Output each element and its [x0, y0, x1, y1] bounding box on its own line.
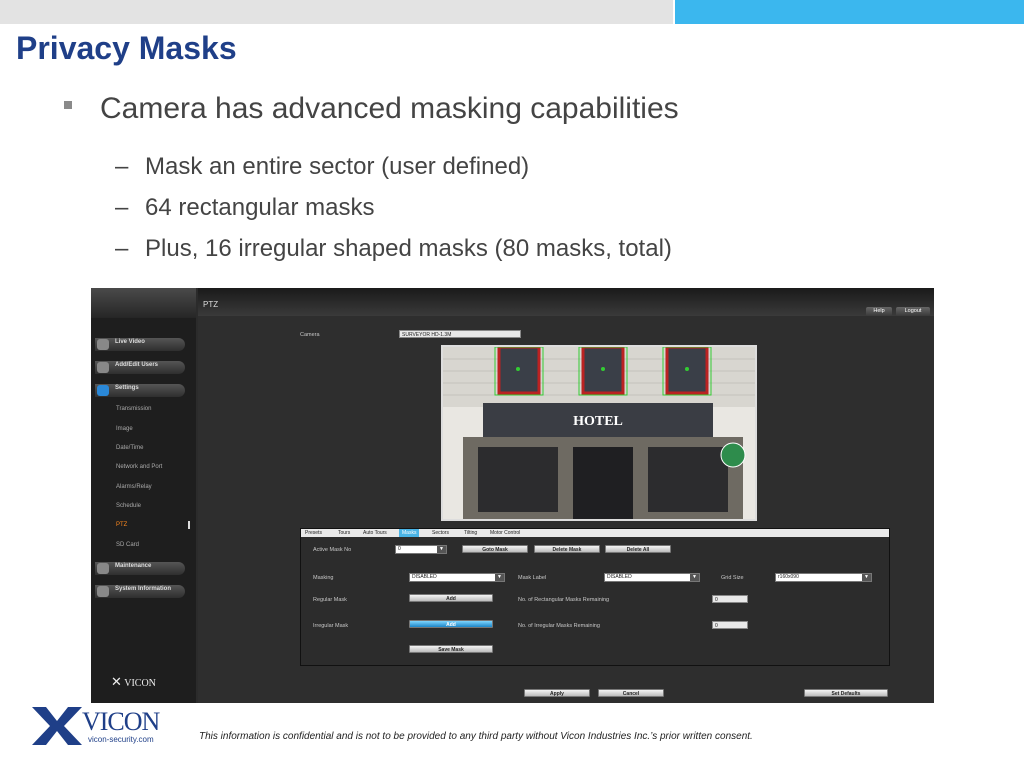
tab-auto-tours[interactable]: Auto Tours	[363, 529, 387, 537]
delete-mask-button[interactable]: Delete Mask	[534, 545, 600, 553]
tab-motor-control[interactable]: Motor Control	[490, 529, 520, 537]
chevron-down-icon: ▼	[690, 574, 699, 581]
nav-transmission[interactable]: Transmission	[116, 406, 151, 412]
chevron-down-icon: ▼	[862, 574, 871, 581]
nav-maintenance[interactable]: Maintenance	[95, 562, 185, 575]
wrench-icon	[97, 563, 109, 574]
ptz-settings-panel: Presets Tours Auto Tours Masks Sectors T…	[300, 528, 890, 666]
grid-size-label: Grid Size	[721, 575, 744, 581]
bullet-marker-icon	[64, 101, 72, 109]
nav-label: Maintenance	[115, 563, 152, 569]
rect-remaining-label: No. of Rectangular Masks Remaining	[518, 597, 610, 603]
confidentiality-footer: This information is confidential and is …	[199, 731, 753, 742]
nav-label: Live Video	[115, 339, 145, 345]
nav-schedule[interactable]: Schedule	[116, 503, 141, 509]
vicon-star-icon	[32, 707, 82, 745]
logo-url: vicon-security.com	[88, 735, 154, 744]
sub-bullet-1: – Mask an entire sector (user defined)	[115, 153, 530, 180]
left-nav-header	[91, 288, 196, 318]
nav-alarms-relay[interactable]: Alarms/Relay	[116, 484, 152, 490]
active-mask-select[interactable]: 0 ▼	[395, 545, 447, 554]
rect-remaining-field: 0	[712, 595, 748, 603]
nav-sd-card[interactable]: SD Card	[116, 542, 139, 548]
vicon-logo: VICON vicon-security.com	[32, 703, 162, 749]
regular-mask-label: Regular Mask	[313, 597, 347, 603]
camera-preview-image: HOTEL	[443, 347, 755, 519]
logout-button[interactable]: Logout	[896, 307, 930, 316]
nav-system-information[interactable]: System Information	[95, 585, 185, 598]
tab-sectors[interactable]: Sectors	[432, 529, 449, 537]
irreg-remaining-label: No. of Irregular Masks Remaining	[518, 623, 600, 629]
add-irregular-mask-button[interactable]: Add	[409, 620, 493, 628]
users-icon	[97, 362, 109, 373]
slide-title: Privacy Masks	[16, 30, 237, 66]
select-value: r160x090	[778, 574, 799, 580]
camera-name-field: SURVEYOR HD-1.3M	[399, 330, 521, 338]
main-bullet: Camera has advanced masking capabilities	[100, 92, 679, 125]
main-area: PTZ Help Logout Camera SURVEYOR HD-1.3M	[198, 288, 934, 703]
nav-image[interactable]: Image	[116, 426, 133, 432]
brand-logo: ✕ VICON	[111, 674, 171, 692]
delete-all-button[interactable]: Delete All	[605, 545, 671, 553]
grid-size-select[interactable]: r160x090 ▼	[775, 573, 872, 582]
video-icon	[97, 339, 109, 350]
tab-tours[interactable]: Tours	[338, 529, 350, 537]
ptz-tab-bar: Presets Tours Auto Tours Masks Sectors T…	[301, 529, 889, 537]
page-title: PTZ	[203, 300, 219, 309]
irreg-remaining-field: 0	[712, 621, 748, 629]
info-icon	[97, 586, 109, 597]
sub-bullet-text: Plus, 16 irregular shaped masks (80 mask…	[145, 235, 672, 262]
select-value: 0	[398, 546, 401, 552]
nav-add-edit-users[interactable]: Add/Edit Users	[95, 361, 185, 374]
nav-live-video[interactable]: Live Video	[95, 338, 185, 351]
cancel-button[interactable]: Cancel	[598, 689, 664, 697]
camera-ui-screenshot: Live Video Add/Edit Users Settings Trans…	[91, 288, 934, 703]
select-value: DISABLED	[412, 574, 437, 580]
nav-date-time[interactable]: Date/Time	[116, 445, 143, 451]
sub-bullet-3: – Plus, 16 irregular shaped masks (80 mas…	[115, 235, 672, 262]
active-mask-label: Active Mask No	[313, 547, 352, 553]
tab-tilting[interactable]: Tilting	[464, 529, 477, 537]
logo-text: VICON	[82, 707, 160, 736]
hotel-sign: HOTEL	[573, 414, 623, 429]
tab-presets[interactable]: Presets	[305, 529, 322, 537]
mask-label-label: Mask Label	[518, 575, 547, 581]
select-value: DISABLED	[607, 574, 632, 580]
save-mask-button[interactable]: Save Mask	[409, 645, 493, 653]
active-item-indicator	[188, 521, 190, 529]
help-button[interactable]: Help	[866, 307, 892, 316]
sub-bullet-text: Mask an entire sector (user defined)	[145, 153, 530, 180]
nav-settings[interactable]: Settings	[95, 384, 185, 397]
left-nav-panel: Live Video Add/Edit Users Settings Trans…	[91, 288, 196, 703]
settings-icon	[97, 385, 109, 396]
nav-ptz[interactable]: PTZ	[116, 522, 127, 528]
set-defaults-button[interactable]: Set Defaults	[804, 689, 888, 697]
camera-preview[interactable]: HOTEL	[441, 345, 757, 521]
vicon-star-icon: ✕	[111, 674, 122, 689]
masking-label: Masking	[313, 575, 334, 581]
irregular-mask-label: Irregular Mask	[313, 623, 349, 629]
sub-bullet-2: –64 rectangular masks	[115, 194, 375, 221]
mask-label-select[interactable]: DISABLED ▼	[604, 573, 700, 582]
sub-bullet-text: 64 rectangular masks	[145, 194, 375, 221]
nav-label: System Information	[115, 586, 172, 592]
top-decor-bar-grey	[0, 0, 673, 24]
apply-button[interactable]: Apply	[524, 689, 590, 697]
nav-label: Add/Edit Users	[115, 362, 159, 368]
top-decor-bar-blue	[675, 0, 1024, 24]
add-regular-mask-button[interactable]: Add	[409, 594, 493, 602]
nav-network-port[interactable]: Network and Port	[116, 464, 162, 470]
goto-mask-button[interactable]: Goto Mask	[462, 545, 528, 553]
brand-text: VICON	[124, 678, 156, 689]
chevron-down-icon: ▼	[495, 574, 504, 581]
tab-masks[interactable]: Masks	[399, 529, 420, 537]
nav-label: Settings	[115, 385, 139, 391]
masking-select[interactable]: DISABLED ▼	[409, 573, 505, 582]
main-header: PTZ Help Logout	[198, 288, 934, 316]
camera-label: Camera	[300, 332, 320, 338]
chevron-down-icon: ▼	[437, 546, 446, 553]
